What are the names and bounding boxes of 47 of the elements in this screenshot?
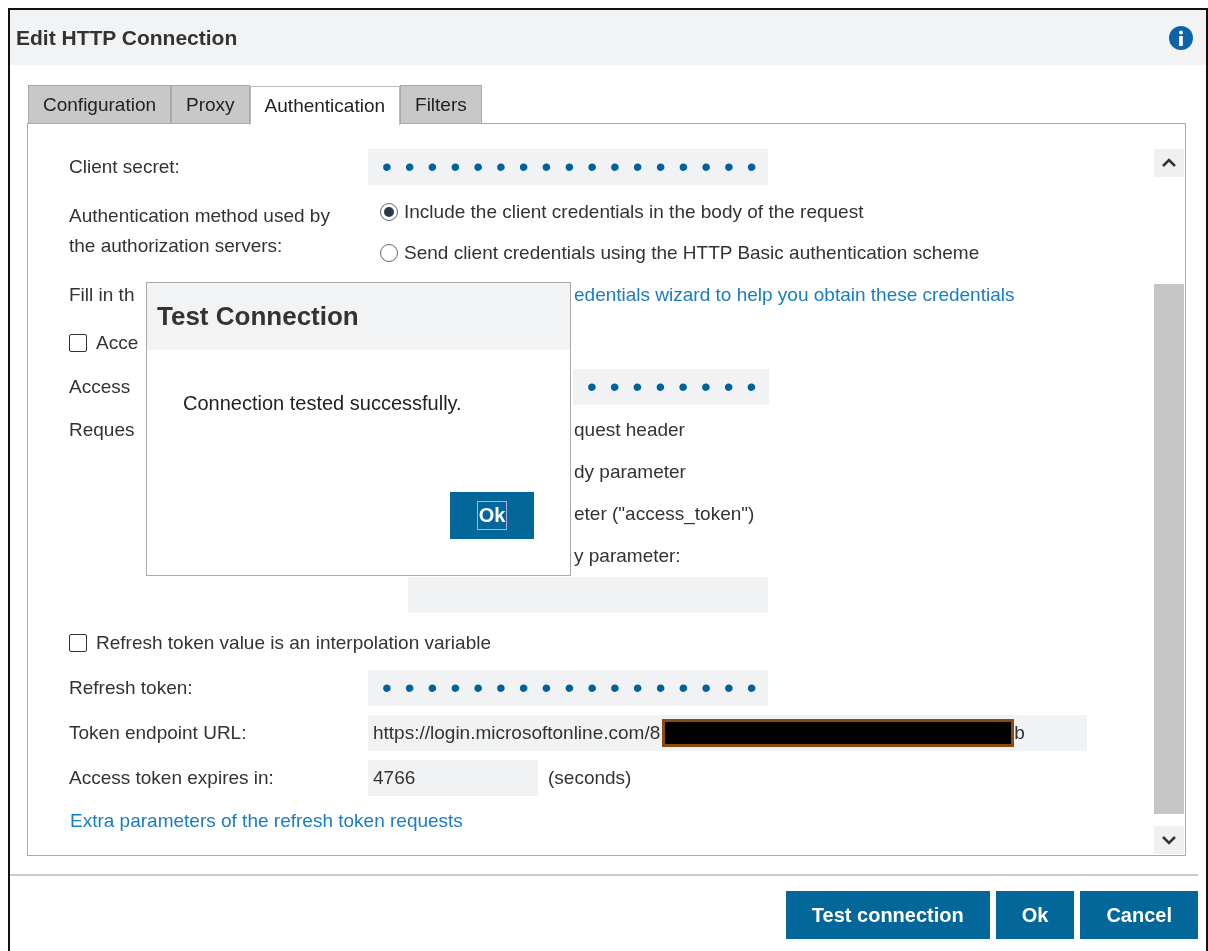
input-field[interactable] bbox=[408, 577, 768, 613]
chevron-up-icon bbox=[1161, 158, 1177, 168]
radio-label: Include the client credentials in the body of the request bbox=[404, 200, 864, 223]
tab[interactable]: Filters bbox=[400, 85, 482, 123]
password-field[interactable]: ••••••••••••••••• bbox=[368, 149, 768, 185]
modal-message: Connection tested successfully. bbox=[182, 391, 463, 415]
scroll-down-button[interactable] bbox=[1154, 826, 1184, 854]
url-text: b bbox=[1014, 721, 1025, 744]
field-label: Refresh token: bbox=[69, 676, 194, 699]
option-label: quest header bbox=[574, 419, 685, 441]
wizard-link[interactable]: edentials wizard to help you obtain these credentials bbox=[574, 284, 1015, 306]
radio-label: Send client credentials using the HTTP Basic authentication scheme bbox=[404, 241, 980, 264]
dialog-button[interactable]: Cancel bbox=[1080, 891, 1198, 939]
option-label: eter ("access_token") bbox=[574, 503, 755, 525]
field-label: Client secret: bbox=[69, 156, 181, 178]
dialog-button[interactable]: Ok bbox=[995, 891, 1075, 939]
radio-button[interactable] bbox=[380, 202, 398, 221]
option-label: dy parameter bbox=[574, 461, 686, 483]
checkbox-label: Refresh token value is an interpolation variable bbox=[96, 632, 491, 654]
field-label: Authentication method used by the authorization servers: bbox=[69, 204, 331, 258]
scroll-up-button[interactable] bbox=[1154, 149, 1184, 177]
input-field[interactable]: 4766 bbox=[368, 759, 538, 796]
dialog-button[interactable]: Test connection bbox=[785, 891, 990, 939]
checkbox[interactable] bbox=[69, 334, 87, 352]
password-field[interactable]: ••••••••••••••••• bbox=[368, 669, 768, 706]
ok-button[interactable]: Ok bbox=[450, 492, 534, 539]
option-label: y parameter: bbox=[574, 545, 681, 567]
info-icon[interactable] bbox=[1168, 24, 1194, 51]
checkbox-label: Acce bbox=[96, 332, 139, 354]
url-text: https://login.microsoftonline.com/8 bbox=[373, 721, 661, 744]
password-field[interactable]: •••••••• bbox=[573, 369, 769, 405]
scroll-thumb[interactable] bbox=[1154, 284, 1184, 814]
field-label: Access token expires in: bbox=[69, 766, 275, 789]
tab[interactable]: Configuration bbox=[28, 85, 172, 123]
checkbox[interactable] bbox=[69, 634, 87, 652]
unit-label: (seconds) bbox=[548, 766, 632, 789]
radio-button[interactable] bbox=[380, 243, 398, 262]
instruction-text: Fill in th bbox=[69, 284, 135, 305]
field-label: Token endpoint URL: bbox=[69, 721, 248, 744]
modal-title: Test Connection bbox=[147, 283, 570, 350]
extra-parameters-link[interactable]: Extra parameters of the refresh token requests bbox=[70, 810, 463, 832]
window-title: Edit HTTP Connection bbox=[16, 25, 238, 50]
tab[interactable]: Proxy bbox=[171, 85, 250, 123]
chevron-down-icon bbox=[1161, 835, 1177, 845]
field-label: Reques bbox=[69, 418, 136, 442]
tab[interactable]: Authentication bbox=[249, 86, 401, 125]
field-label: Access bbox=[69, 376, 132, 398]
